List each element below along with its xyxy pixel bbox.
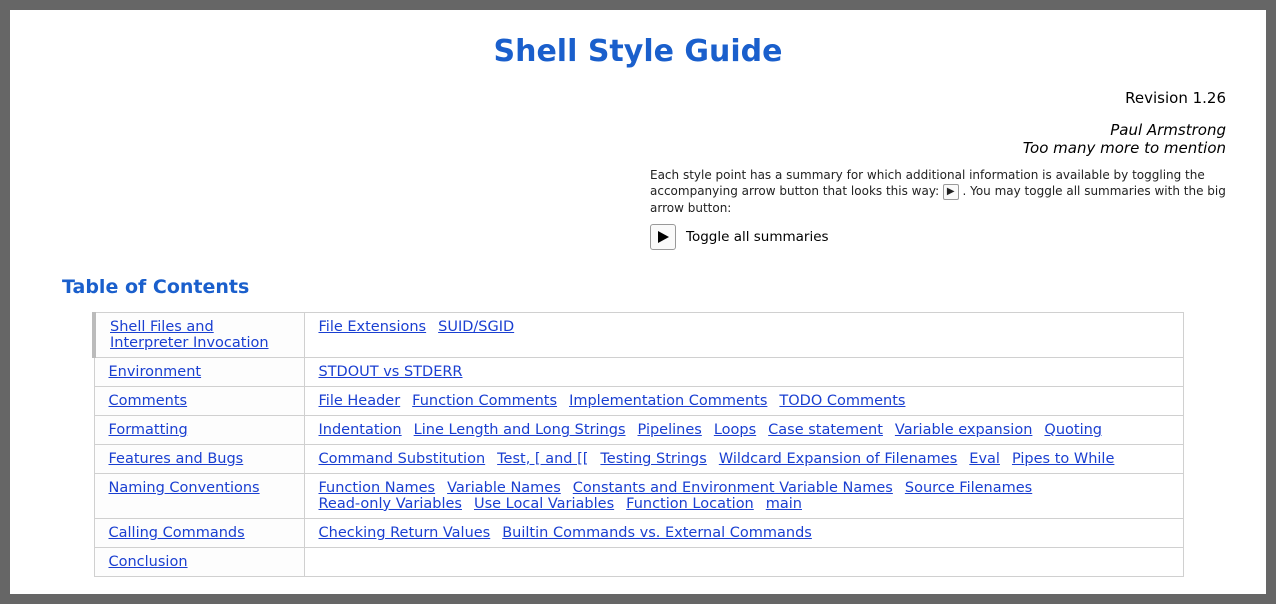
toc-item-link[interactable]: Pipelines [638,422,702,438]
toc-row: Shell Files and Interpreter Invocation Fi… [94,312,1184,357]
toc-item-link[interactable]: Constants and Environment Variable Names [573,480,893,496]
toc-item-link[interactable]: Implementation Comments [569,393,767,409]
toc-category-cell: Comments [94,386,304,415]
toc-item-link[interactable]: Line Length and Long Strings [414,422,626,438]
toc-items-cell: File Extensions SUID/SGID [304,312,1184,357]
toc-item-link[interactable]: SUID/SGID [438,319,514,335]
toc-item-link[interactable]: Pipes to While [1012,451,1114,467]
author-line-2: Too many more to mention [1023,139,1226,157]
toc-item-link[interactable]: Read-only Variables [319,496,462,512]
toggle-all-label: Toggle all summaries [686,229,829,245]
toc-items-cell: Indentation Line Length and Long Strings P… [304,415,1184,444]
toc-category-cell: Features and Bugs [94,444,304,473]
toc-category-link[interactable]: Features and Bugs [109,451,244,467]
toc-item-link[interactable]: Checking Return Values [319,525,491,541]
toc-row: Comments File Header Function Comments Impl… [94,386,1184,415]
toc-category-link[interactable]: Naming Conventions [109,480,260,496]
toc-items-cell: STDOUT vs STDERR [304,357,1184,386]
toc-category-cell: Environment [94,357,304,386]
toc-item-link[interactable]: Wildcard Expansion of Filenames [719,451,957,467]
toggle-all-row: Toggle all summaries [50,224,1226,250]
authors-block: Paul Armstrong Too many more to mention [50,121,1226,157]
toc-item-link[interactable]: File Header [319,393,401,409]
toc-items-cell [304,547,1184,576]
toc-row: Naming Conventions Function Names Variable… [94,473,1184,518]
toc-items-cell: Command Substitution Test, [ and [[ Testin… [304,444,1184,473]
toc-category-link[interactable]: Shell Files and Interpreter Invocation [110,319,290,351]
toc-item-link[interactable]: Builtin Commands vs. External Commands [502,525,812,541]
toc-category-link[interactable]: Comments [109,393,188,409]
toc-item-link[interactable]: TODO Comments [779,393,905,409]
toc-category-cell: Calling Commands [94,518,304,547]
toc-category-link[interactable]: Environment [109,364,202,380]
toc-item-link[interactable]: Function Comments [412,393,557,409]
toc-item-link[interactable]: Variable expansion [895,422,1033,438]
play-icon [656,230,670,244]
revision-label: Revision 1.26 [50,89,1226,107]
toc-item-link[interactable]: Test, [ and [[ [497,451,588,467]
page-container: Shell Style Guide Revision 1.26 Paul Arm… [10,10,1266,594]
intro-text: Each style point has a summary for which… [50,167,1226,216]
toc-category-cell: Naming Conventions [94,473,304,518]
toggle-all-button[interactable] [650,224,676,250]
toc-item-link[interactable]: Case statement [768,422,883,438]
toc-items-cell: Function Names Variable Names Constants an… [304,473,1184,518]
toc-item-link[interactable]: Use Local Variables [474,496,614,512]
toc-item-link[interactable]: Function Location [626,496,754,512]
toc-item-link[interactable]: Indentation [319,422,402,438]
toc-row: Features and Bugs Command Substitution Tes… [94,444,1184,473]
inline-toggle-button[interactable]: ▶ [943,184,959,200]
page-title: Shell Style Guide [50,34,1226,69]
toc-row: Calling Commands Checking Return Values Bu… [94,518,1184,547]
author-line-1: Paul Armstrong [1110,121,1226,139]
toc-item-link[interactable]: STDOUT vs STDERR [319,364,463,380]
toc-item-link[interactable]: Quoting [1044,422,1102,438]
toc-item-link[interactable]: main [766,496,802,512]
toc-table: Shell Files and Interpreter Invocation Fi… [92,312,1184,577]
toc-category-link[interactable]: Conclusion [109,554,188,570]
toc-row: Conclusion [94,547,1184,576]
toc-item-link[interactable]: Variable Names [447,480,561,496]
toc-category-cell: Formatting [94,415,304,444]
toc-row: Environment STDOUT vs STDERR [94,357,1184,386]
toc-item-link[interactable]: Function Names [319,480,436,496]
toc-items-cell: Checking Return Values Builtin Commands v… [304,518,1184,547]
toc-items-cell: File Header Function Comments Implementati… [304,386,1184,415]
toc-item-link[interactable]: Testing Strings [600,451,706,467]
toc-item-link[interactable]: Loops [714,422,756,438]
toc-category-cell: Conclusion [94,547,304,576]
toc-category-link[interactable]: Formatting [109,422,188,438]
toc-item-link[interactable]: Command Substitution [319,451,486,467]
toc-item-link[interactable]: File Extensions [319,319,427,335]
toc-category-link[interactable]: Calling Commands [109,525,245,541]
toc-row: Formatting Indentation Line Length and Lon… [94,415,1184,444]
toc-item-link[interactable]: Eval [969,451,1000,467]
toc-item-link[interactable]: Source Filenames [905,480,1032,496]
toc-category-cell: Shell Files and Interpreter Invocation [94,312,304,357]
toc-heading: Table of Contents [62,276,1226,298]
